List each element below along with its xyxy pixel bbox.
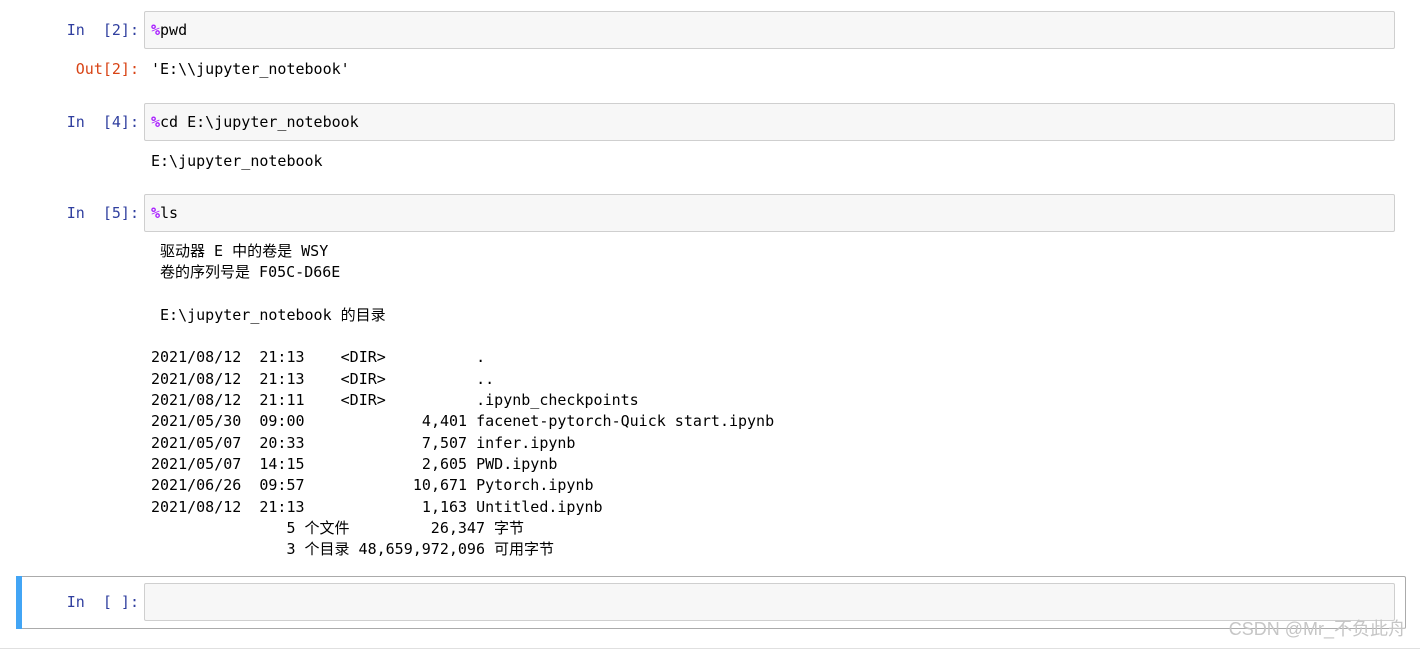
active-cell-indicator: [16, 576, 22, 629]
output-line: 2021/05/07 14:15 2,605 PWD.ipynb: [151, 454, 558, 473]
code-input[interactable]: %ls: [144, 194, 1395, 232]
code-command: cd E:\jupyter_notebook: [160, 113, 359, 131]
output-line: 2021/05/07 20:33 7,507 infer.ipynb: [151, 433, 576, 452]
magic-percent: %: [151, 113, 161, 131]
cell-output: 'E:\\jupyter_notebook': [151, 60, 350, 78]
output-line: 2021/08/12 21:13 1,163 Untitled.ipynb: [151, 497, 603, 516]
output-line: 2021/08/12 21:11 <DIR> .ipynb_checkpoint…: [151, 391, 639, 410]
output-line: E:\jupyter_notebook 的目录: [151, 305, 386, 324]
output-line: 3 个目录 48,659,972,096 可用字节: [151, 540, 555, 559]
watermark: CSDN @Mr_不负此舟: [1228, 619, 1406, 639]
code-text: %ls: [151, 204, 178, 223]
code-text: %pwd: [151, 21, 187, 40]
magic-percent: %: [151, 21, 161, 39]
output-line: 驱动器 E 中的卷是 WSY: [151, 242, 329, 260]
cell-output: 驱动器 E 中的卷是 WSY 卷的序列号是 F05C-D66E E:\jupyt…: [151, 241, 774, 560]
input-prompt: In [5]:: [66, 204, 139, 222]
output-line: 卷的序列号是 F05C-D66E: [151, 263, 341, 282]
output-line: 2021/08/12 21:13 <DIR> ..: [151, 369, 495, 388]
code-input-empty[interactable]: [144, 583, 1395, 621]
cell-output: E:\jupyter_notebook: [151, 152, 323, 170]
code-text: %cd E:\jupyter_notebook: [151, 113, 359, 132]
code-input[interactable]: %cd E:\jupyter_notebook: [144, 103, 1395, 141]
input-prompt: In [ ]:: [66, 593, 139, 611]
input-prompt: In [4]:: [66, 113, 139, 131]
magic-percent: %: [151, 204, 161, 222]
code-command: ls: [160, 204, 179, 222]
output-line: 2021/05/30 09:00 4,401 facenet-pytorch-Q…: [151, 412, 775, 431]
output-line: 2021/08/12 21:13 <DIR> .: [151, 348, 486, 367]
output-line: 2021/06/26 09:57 10,671 Pytorch.ipynb: [151, 476, 594, 495]
output-prompt: Out[2]:: [75, 60, 139, 78]
output-line: 5 个文件 26,347 字节: [151, 518, 525, 537]
code-command: pwd: [160, 21, 188, 39]
input-prompt: In [2]:: [66, 21, 139, 39]
code-input[interactable]: %pwd: [144, 11, 1395, 49]
